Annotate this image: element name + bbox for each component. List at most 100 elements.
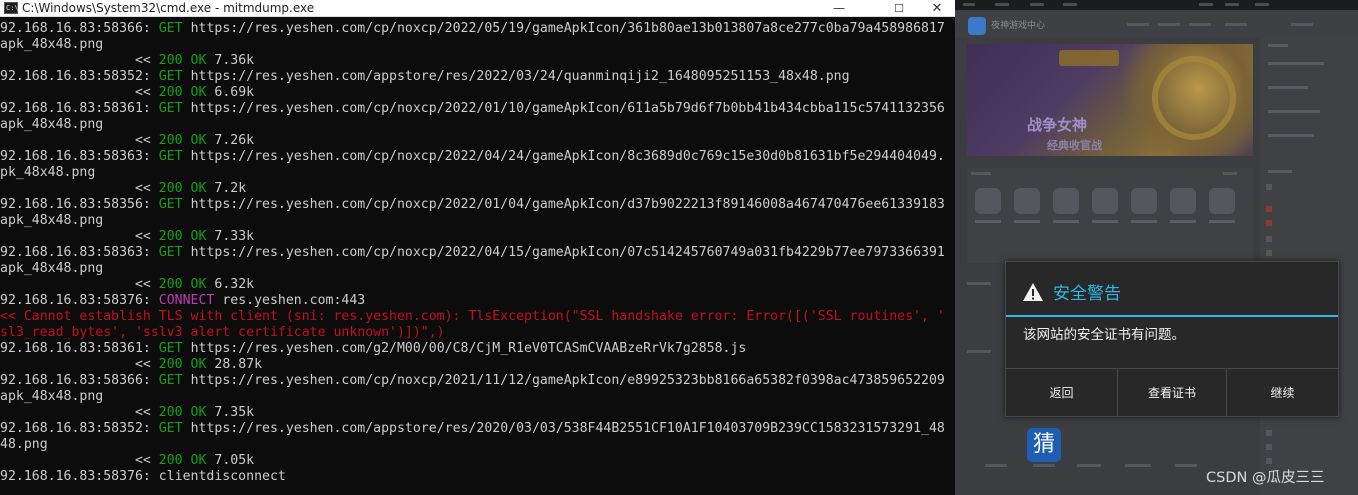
console-line: apk_48x48.png	[0, 389, 955, 405]
game-icon[interactable]	[975, 188, 1001, 214]
side-checkbox[interactable]	[1266, 220, 1272, 226]
continue-button[interactable]: 继续	[1227, 369, 1338, 417]
nav-tab[interactable]	[1225, 3, 1239, 6]
section-title	[967, 350, 991, 353]
banner-subtitle: 经典收官战	[1047, 139, 1102, 152]
header-link[interactable]	[1127, 23, 1149, 26]
nav-tab[interactable]	[1255, 3, 1269, 6]
banner-game-logo	[1059, 50, 1119, 66]
console-text: 7.05k	[206, 453, 255, 468]
console-text: https://res.yeshen.com/appstore/res/2022…	[182, 69, 850, 84]
console-text: <<	[0, 453, 159, 468]
console-text: https://res.yeshen.com/appstore/res/2020…	[182, 421, 945, 436]
cmd-window: C:\ C:\Windows\System32\cmd.exe - mitmdu…	[0, 0, 955, 495]
console-text: 200 OK	[158, 357, 207, 372]
game-icon[interactable]	[1131, 188, 1157, 214]
console-text: 92.168.16.83:58363:	[0, 245, 159, 260]
side-checkbox[interactable]	[1266, 184, 1272, 190]
console-text: 200 OK	[158, 405, 207, 420]
game-icon[interactable]	[1014, 188, 1040, 214]
side-checkbox[interactable]	[1266, 250, 1272, 256]
game-app-icon[interactable]: 猜	[1027, 428, 1061, 462]
console-line: 48.png	[0, 437, 955, 453]
nav-tab[interactable]	[1199, 3, 1213, 6]
side-item[interactable]	[1268, 110, 1320, 113]
dialog-message: 该网站的安全证书有问题。	[1023, 327, 1185, 343]
dialog-button-bar: 返回 查看证书 继续	[1006, 368, 1338, 417]
console-line: apk_48x48.png	[0, 37, 955, 53]
nav-tab[interactable]	[963, 3, 975, 6]
console-text: <<	[0, 229, 159, 244]
side-checkbox[interactable]	[1266, 458, 1272, 464]
side-heading	[1268, 44, 1288, 47]
console-output[interactable]: 92.168.16.83:58366: GET https://res.yesh…	[0, 21, 955, 485]
console-line: << 200 OK 7.33k	[0, 229, 955, 245]
game-label	[1077, 464, 1101, 467]
nav-tab[interactable]	[995, 3, 1009, 6]
side-checkbox[interactable]	[1266, 206, 1272, 212]
console-line: apk_48x48.png	[0, 261, 955, 277]
console-line: apk_48x48.png	[0, 117, 955, 133]
console-text: GET	[158, 69, 183, 84]
game-icon[interactable]	[1053, 188, 1079, 214]
banner-pager[interactable]	[1219, 147, 1249, 151]
console-text: <<	[0, 277, 159, 292]
nav-tab[interactable]	[1063, 3, 1077, 6]
console-line: << 200 OK 7.35k	[0, 405, 955, 421]
console-text: 200 OK	[158, 85, 207, 100]
console-text: 200 OK	[158, 53, 207, 68]
game-label	[1175, 464, 1197, 467]
console-line: << 200 OK 7.2k	[0, 181, 955, 197]
dialog-title: 安全警告	[1053, 284, 1121, 304]
console-text: 6.32k	[206, 277, 255, 292]
console-text: 200 OK	[158, 181, 207, 196]
side-item[interactable]	[1268, 86, 1308, 89]
console-text: apk_48x48.png	[0, 37, 104, 52]
console-text: https://res.yeshen.com/cp/noxcp/2022/04/…	[182, 245, 945, 260]
game-icon[interactable]	[1092, 188, 1118, 214]
game-icon[interactable]	[1209, 188, 1235, 214]
more-link[interactable]	[1223, 172, 1237, 175]
console-line: 92.168.16.83:58376: clientdisconnect	[0, 469, 955, 485]
console-line: 92.168.16.83:58366: GET https://res.yesh…	[0, 21, 955, 37]
console-text: 200 OK	[158, 229, 207, 244]
top-nav-bar	[955, 0, 1358, 10]
console-line: << 200 OK 7.26k	[0, 133, 955, 149]
side-checkbox[interactable]	[1266, 236, 1272, 242]
console-text: https://res.yeshen.com/g2/M00/00/C8/CjM_…	[182, 341, 747, 356]
header-link[interactable]	[1189, 23, 1211, 26]
console-text: apk_48x48.png	[0, 261, 104, 276]
console-line: 92.168.16.83:58361: GET https://res.yesh…	[0, 101, 955, 117]
console-text: https://res.yeshen.com/cp/noxcp/2021/11/…	[182, 373, 945, 388]
game-icon[interactable]	[1170, 188, 1196, 214]
console-text: 92.168.16.83:58352:	[0, 69, 159, 84]
header-link[interactable]	[1158, 23, 1180, 26]
dialog-divider	[1006, 315, 1338, 317]
window-titlebar[interactable]: C:\ C:\Windows\System32\cmd.exe - mitmdu…	[0, 0, 955, 17]
banner-title: 战争女神	[1027, 116, 1088, 134]
console-line: 92.168.16.83:58352: GET https://res.yesh…	[0, 421, 955, 437]
console-line: 92.168.16.83:58352: GET https://res.yesh…	[0, 69, 955, 85]
side-checkbox[interactable]	[1266, 444, 1272, 450]
view-certificate-button[interactable]: 查看证书	[1117, 369, 1227, 417]
console-text: <<	[0, 85, 159, 100]
console-text: 92.168.16.83:58366:	[0, 373, 159, 388]
game-banner[interactable]: 战争女神 经典收官战	[967, 44, 1253, 156]
header-link[interactable]	[1291, 23, 1313, 26]
minimize-button[interactable]: —	[816, 0, 862, 17]
header-link[interactable]	[1225, 23, 1247, 26]
side-item[interactable]	[1268, 134, 1314, 137]
console-text: GET	[158, 373, 183, 388]
nav-tab[interactable]	[1030, 3, 1044, 6]
console-text: <<	[0, 53, 159, 68]
console-text: 48.png	[0, 437, 48, 452]
console-line: apk_48x48.png	[0, 213, 955, 229]
side-checkbox[interactable]	[1266, 430, 1272, 436]
console-text: https://res.yeshen.com/cp/noxcp/2022/05/…	[182, 21, 945, 36]
console-text: https://res.yeshen.com/cp/noxcp/2022/04/…	[182, 149, 945, 164]
console-line: sl3_read_bytes', 'sslv3 alert certificat…	[0, 325, 955, 341]
console-line: << 200 OK 6.69k	[0, 85, 955, 101]
close-button[interactable]: ✕	[914, 0, 955, 17]
side-item[interactable]	[1268, 62, 1324, 65]
back-button[interactable]: 返回	[1006, 369, 1117, 417]
